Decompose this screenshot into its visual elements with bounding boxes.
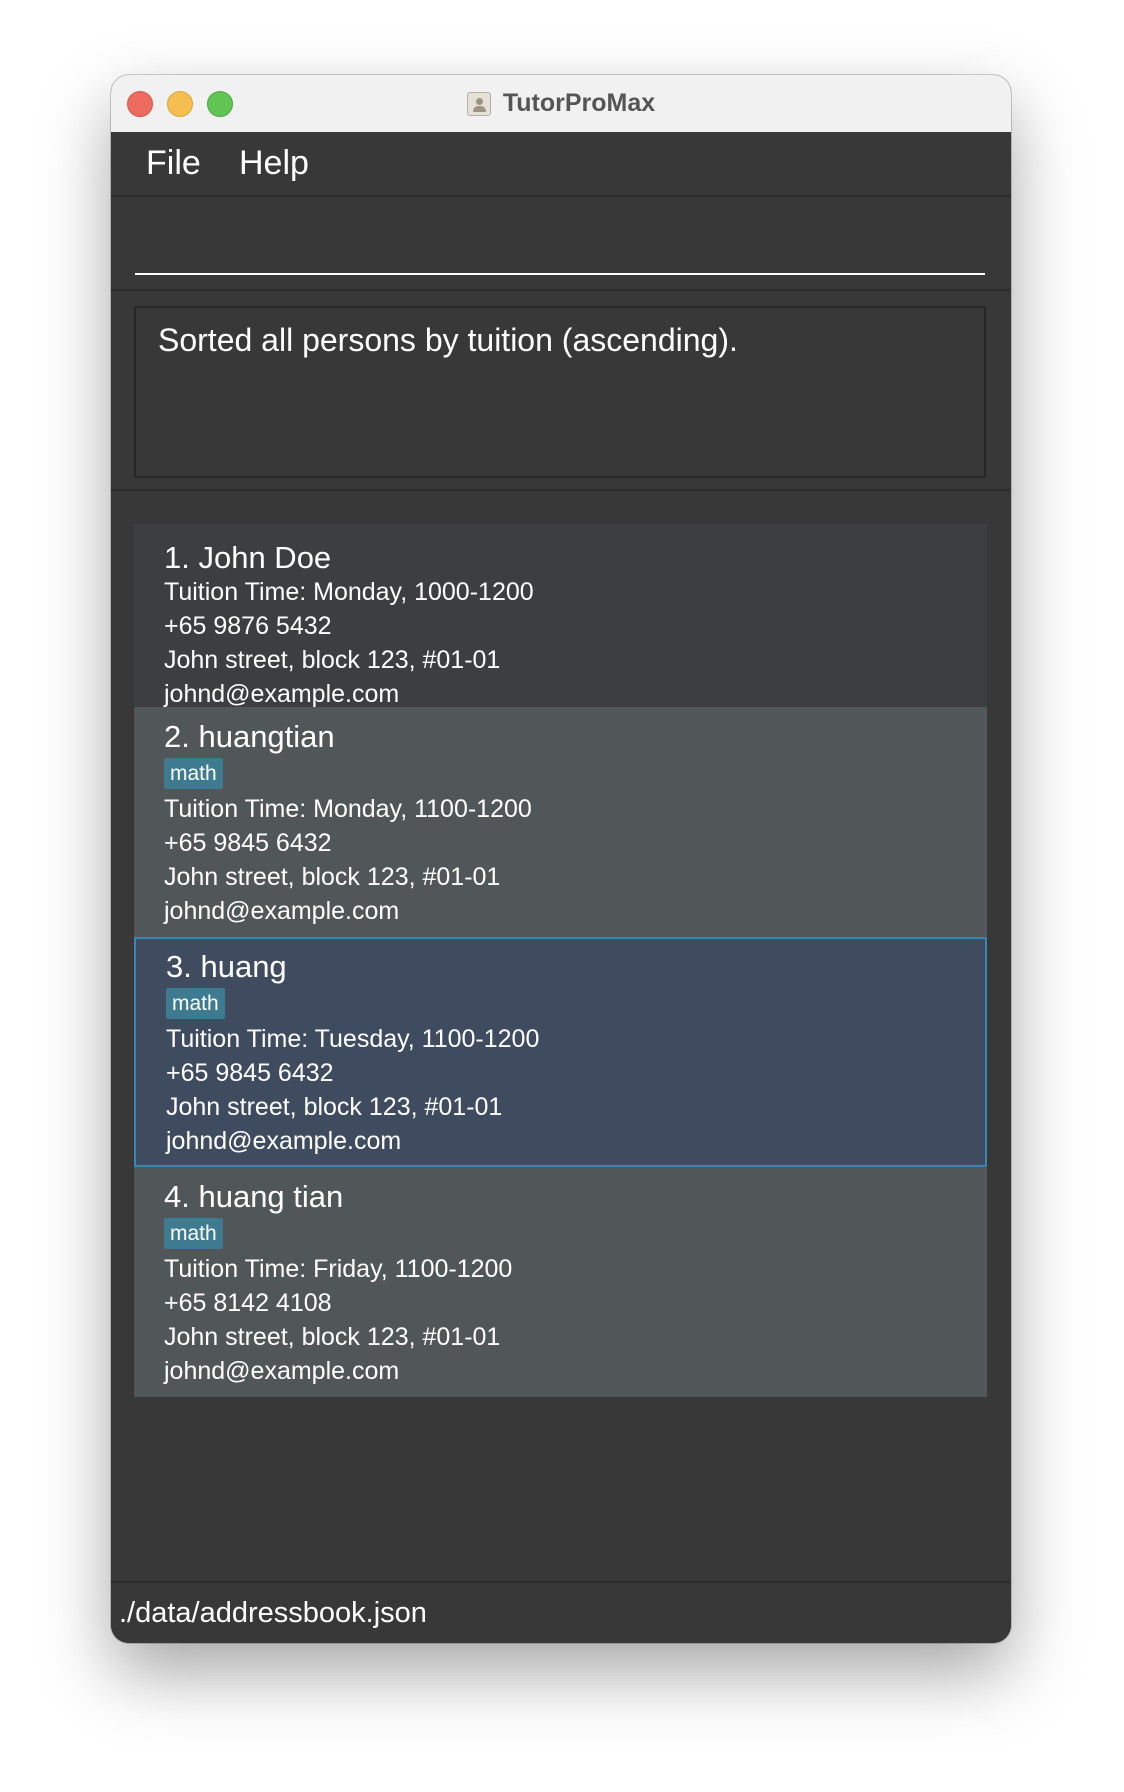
person-email: johnd@example.com: [164, 897, 400, 925]
person-phone: +65 8142 4108: [164, 1289, 332, 1317]
person-tuition-time: Tuition Time: Tuesday, 1100-1200: [166, 1025, 540, 1053]
title-container: TutorProMax: [111, 75, 1011, 132]
person-phone: +65 9845 6432: [164, 829, 332, 857]
status-bar: ./data/addressbook.json: [111, 1581, 1011, 1643]
result-display: Sorted all persons by tuition (ascending…: [134, 306, 986, 478]
save-location-path: ./data/addressbook.json: [119, 1597, 427, 1629]
person-phone: +65 9876 5432: [164, 612, 332, 640]
person-name: 2. huangtian: [164, 719, 335, 754]
app-icon: [466, 91, 491, 116]
person-address: John street, block 123, #01-01: [164, 863, 501, 891]
person-email: johnd@example.com: [164, 1357, 400, 1385]
person-name: 1. John Doe: [164, 540, 332, 575]
result-message: Sorted all persons by tuition (ascending…: [158, 322, 738, 358]
person-card[interactable]: 2. huangtian math Tuition Time: Monday, …: [134, 707, 987, 937]
person-list[interactable]: 1. John Doe Tuition Time: Monday, 1000-1…: [111, 491, 1011, 1581]
app-window: TutorProMax File Help Sorted all persons…: [111, 75, 1011, 1643]
tag-badge: math: [166, 988, 225, 1019]
person-tuition-time: Tuition Time: Friday, 1100-1200: [164, 1255, 513, 1283]
person-card[interactable]: 1. John Doe Tuition Time: Monday, 1000-1…: [134, 524, 987, 708]
title-bar: TutorProMax: [111, 75, 1011, 133]
person-card[interactable]: 4. huang tian math Tuition Time: Friday,…: [134, 1167, 987, 1397]
menu-bar: File Help: [111, 132, 1011, 197]
result-display-area: Sorted all persons by tuition (ascending…: [111, 291, 1011, 491]
person-address: John street, block 123, #01-01: [164, 646, 501, 674]
command-input[interactable]: [135, 207, 985, 275]
person-tuition-time: Tuition Time: Monday, 1100-1200: [164, 795, 532, 823]
person-card-selected[interactable]: 3. huang math Tuition Time: Tuesday, 110…: [134, 937, 987, 1167]
person-name: 4. huang tian: [164, 1179, 344, 1214]
person-email: johnd@example.com: [166, 1127, 402, 1155]
person-tuition-time: Tuition Time: Monday, 1000-1200: [164, 578, 534, 606]
person-name: 3. huang: [166, 949, 287, 984]
menu-file[interactable]: File: [146, 144, 201, 183]
menu-help[interactable]: Help: [239, 144, 309, 183]
person-phone: +65 9845 6432: [166, 1059, 334, 1087]
person-email: johnd@example.com: [164, 680, 400, 708]
command-box: [111, 197, 1011, 291]
tag-badge: math: [164, 1218, 223, 1249]
tag-badge: math: [164, 758, 223, 789]
window-title: TutorProMax: [502, 89, 656, 117]
person-address: John street, block 123, #01-01: [164, 1323, 501, 1351]
person-address: John street, block 123, #01-01: [166, 1093, 503, 1121]
